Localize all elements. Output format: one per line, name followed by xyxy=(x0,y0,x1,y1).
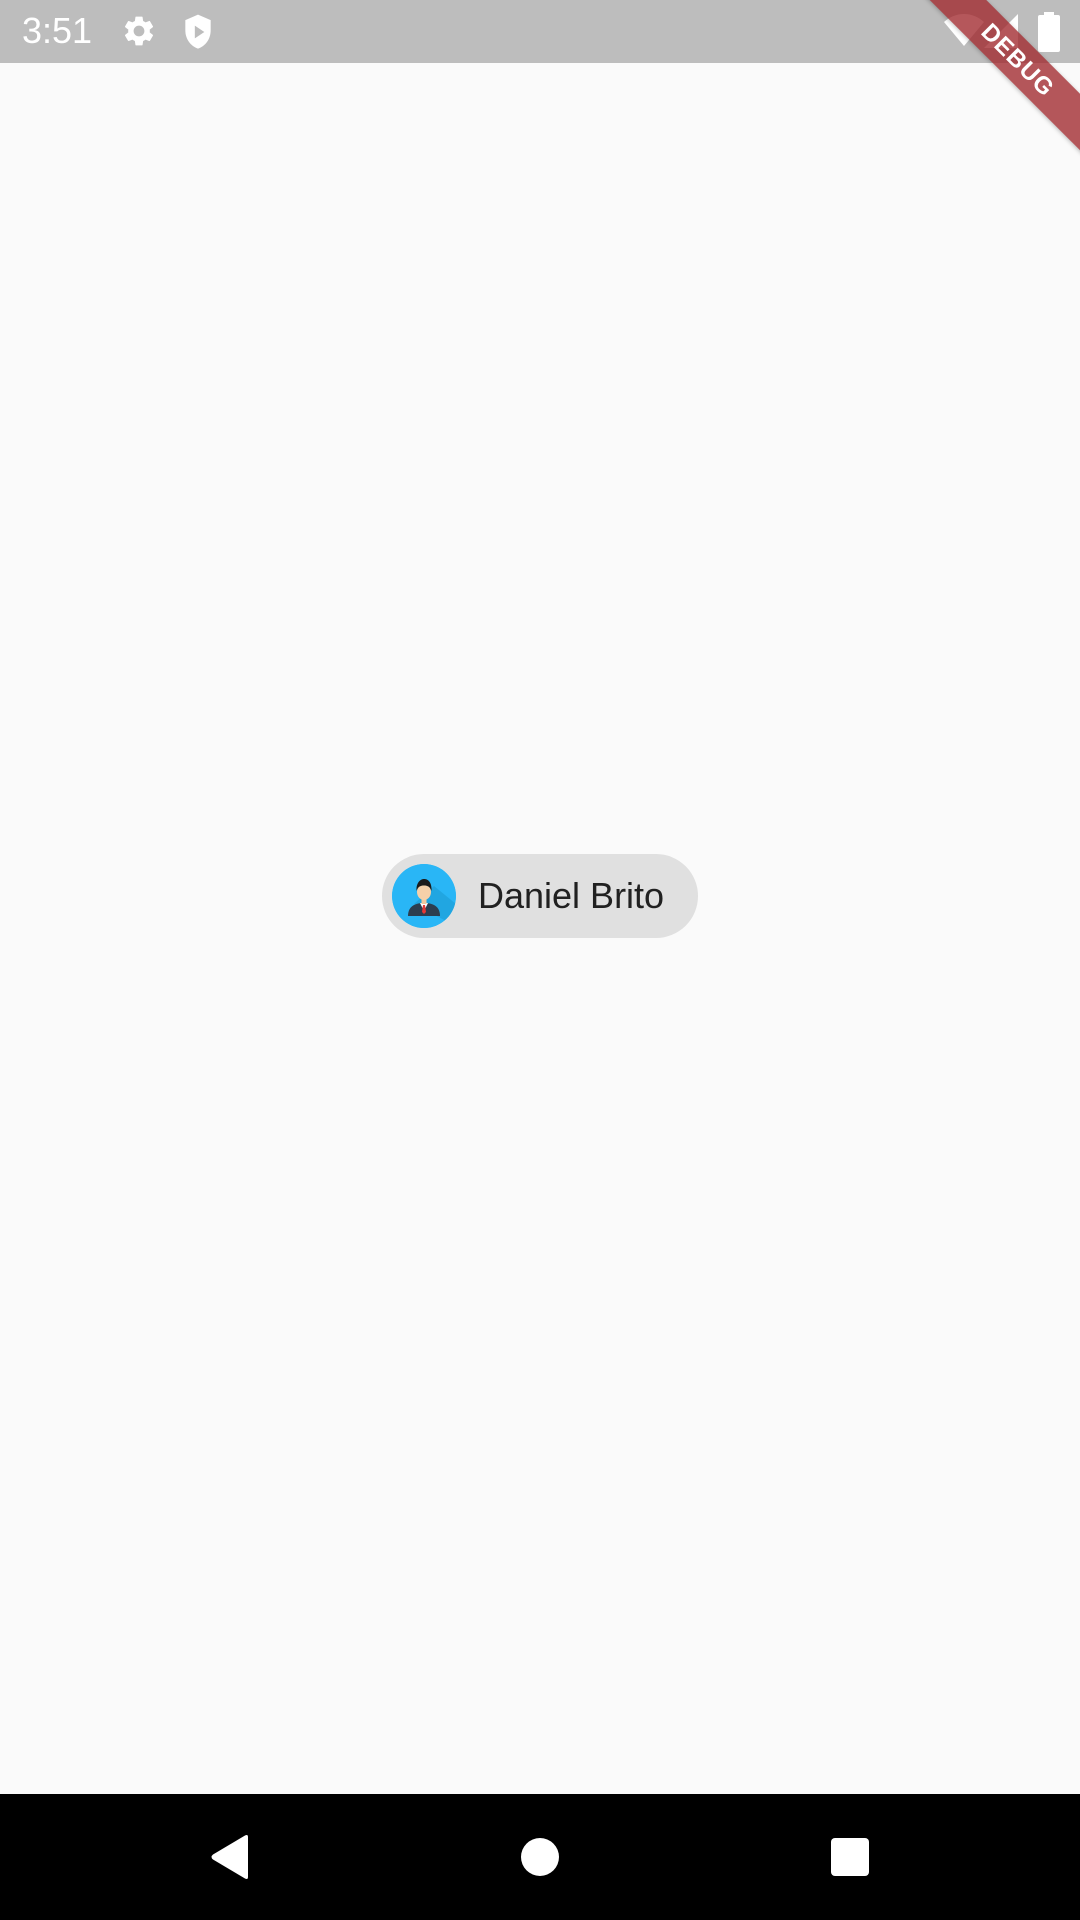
recents-icon xyxy=(831,1838,869,1876)
user-chip[interactable]: Daniel Brito xyxy=(382,854,698,938)
chip-label: Daniel Brito xyxy=(478,875,665,916)
home-button[interactable] xyxy=(500,1817,580,1897)
home-icon xyxy=(521,1838,559,1876)
back-icon xyxy=(211,1835,248,1879)
navigation-bar xyxy=(0,1794,1080,1920)
recents-button[interactable] xyxy=(810,1817,890,1897)
user-avatar-icon xyxy=(392,864,456,928)
app-screen: 3:51 DEBUG Daniel Brito xyxy=(0,0,1080,1920)
settings-icon xyxy=(121,13,157,49)
back-button[interactable] xyxy=(190,1817,270,1897)
shield-icon xyxy=(180,13,216,51)
status-time: 3:51 xyxy=(22,10,93,51)
battery-icon xyxy=(1038,12,1060,52)
status-bar: 3:51 xyxy=(0,0,1080,63)
